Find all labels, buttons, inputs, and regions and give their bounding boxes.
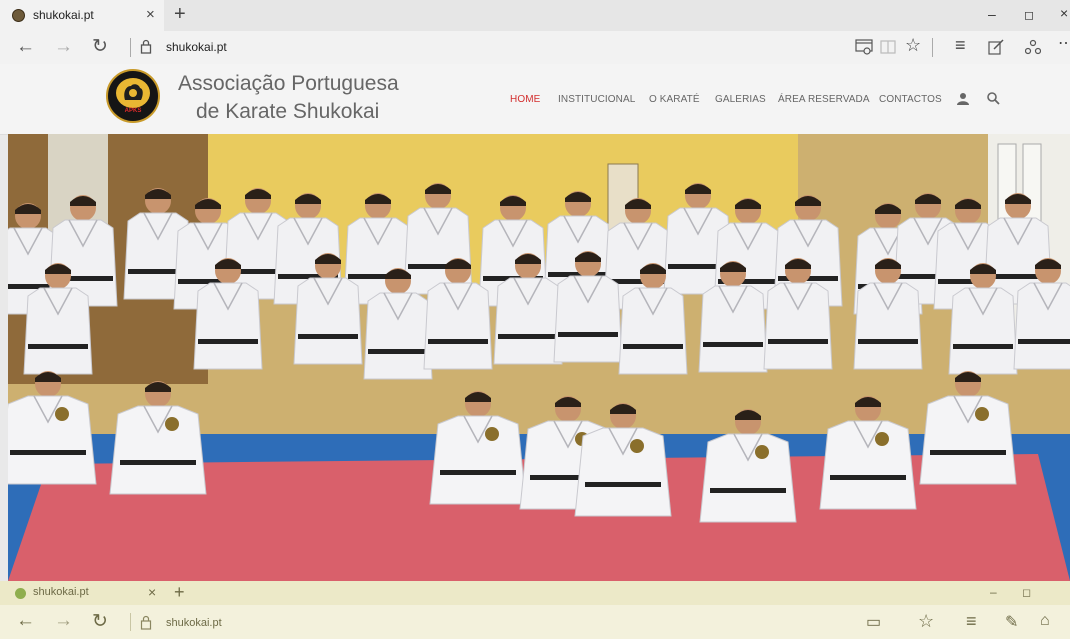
browser-tab-bar: shukokai.pt × + – ◻ × [0,0,1070,31]
restore-button[interactable]: ◻ [1024,8,1034,22]
forward-button[interactable]: → [54,36,73,58]
ghost-address-bar: ← → ↻ shukokai.pt ▭ ☆ ≡ ✎ ⌂ [0,605,1070,639]
ghost-tab-bar: shukokai.pt × + – ◻ [0,581,1070,605]
ghost-back-icon: ← [16,610,35,631]
ghost-tab-title: shukokai.pt [33,586,89,598]
tab-title: shukokai.pt [33,8,94,22]
ghost-restore-icon: ◻ [1022,587,1032,599]
site-header: APKS Associação Portuguesa de Karate Shu… [0,64,1070,135]
menu-item-home[interactable]: HOME [510,94,540,105]
separator [932,38,933,57]
search-icon[interactable] [987,92,1000,105]
ghost-minimize-icon: – [990,585,997,599]
lock-icon [140,39,152,54]
ghost-refresh-icon: ↻ [92,611,108,632]
hub-icon[interactable]: ≡ [955,36,966,54]
ghost-share-icon: ⌂ [1040,612,1050,629]
site-favicon-icon [12,9,25,22]
url-field[interactable]: shukokai.pt [166,40,227,54]
hero-group-photo [8,134,1070,581]
brand-name-line-2[interactable]: de Karate Shukokai [196,100,379,124]
close-tab-icon[interactable]: × [146,6,155,23]
more-icon[interactable]: ⋯ [1058,35,1070,53]
brand-name-line-1[interactable]: Associação Portuguesa [178,72,399,96]
site-logo[interactable]: APKS [106,69,160,123]
ghost-hub-icon: ≡ [966,611,977,631]
web-note-icon[interactable] [988,39,1004,55]
ghost-web-note-icon: ✎ [1005,614,1019,631]
ghost-star-icon: ☆ [918,611,935,631]
ghost-url: shukokai.pt [166,617,222,629]
book-icon[interactable] [880,40,896,54]
menu-item-galerias[interactable]: GALERIAS [715,94,766,105]
favorites-star-icon[interactable]: ☆ [905,36,921,54]
share-icon[interactable] [1025,39,1041,55]
refresh-button[interactable]: ↻ [92,36,108,58]
logo-emblem-icon [116,78,150,108]
browser-tab[interactable]: shukokai.pt × [0,0,164,31]
separator [130,38,131,57]
menu-item-institucional[interactable]: INSTITUCIONAL [558,94,635,105]
ghost-new-tab-icon: + [174,582,185,602]
reading-view-icon[interactable] [855,39,873,55]
ghost-favicon-icon [15,588,26,599]
ghost-forward-icon: → [54,610,73,631]
ghost-close-tab-icon: × [148,584,157,600]
logo-label: APKS [124,108,142,114]
menu-item-contactos[interactable]: CONTACTOS [879,94,942,105]
ghost-lock-icon [140,615,152,630]
new-tab-button[interactable]: + [174,3,186,25]
ghost-reading-view-icon: ▭ [866,614,882,631]
minimize-button[interactable]: – [988,6,996,22]
close-window-button[interactable]: × [1060,5,1068,21]
address-bar-row: ← → ↻ shukokai.pt ☆ ≡ ⋯ [0,31,1070,64]
ghost-separator [130,613,131,631]
menu-item-o-karate[interactable]: O KARATÉ [649,94,700,105]
user-icon[interactable] [957,92,969,105]
back-button[interactable]: ← [16,36,35,58]
menu-item-area-reservada[interactable]: ÁREA RESERVADA [778,94,870,105]
